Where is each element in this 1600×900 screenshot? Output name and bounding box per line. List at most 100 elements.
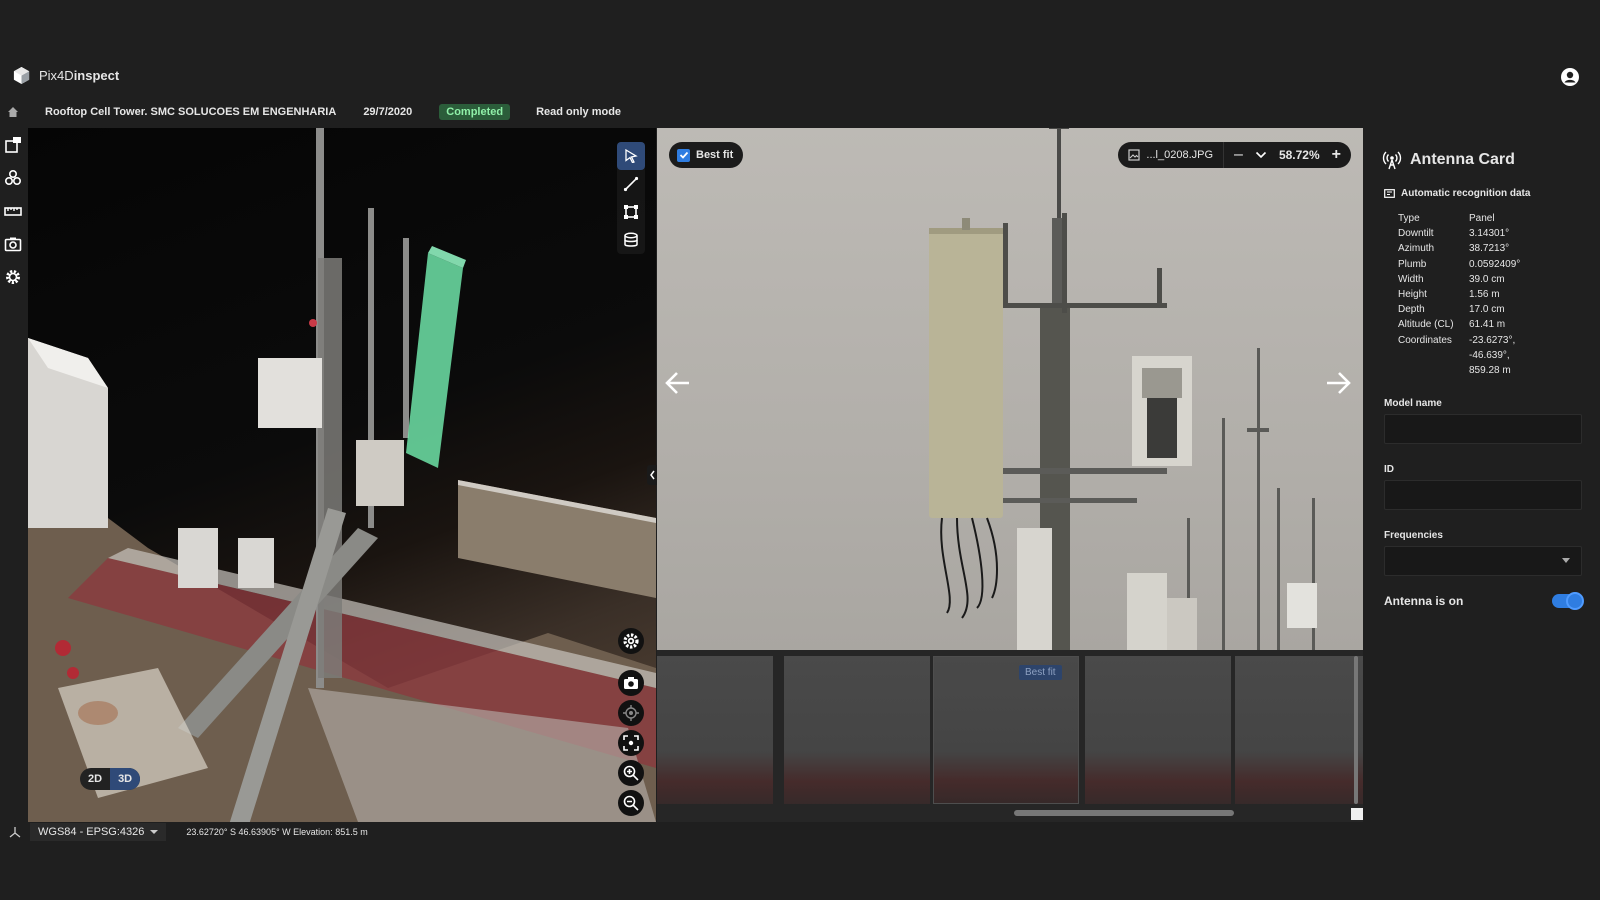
3d-button[interactable]: 3D (110, 768, 141, 790)
frequencies-select[interactable] (1384, 546, 1582, 577)
brand-prefix: Pix4D (39, 68, 74, 83)
best-fit-toggle[interactable]: Best fit (669, 142, 744, 168)
camera-icon[interactable] (4, 235, 22, 253)
property-key: Depth (1398, 304, 1425, 316)
property-value: 0.0592409° (1469, 258, 1521, 270)
property-row: Downtilt 3.14301° (1398, 226, 1580, 241)
status-badge: Completed (439, 104, 511, 120)
brand-bold: inspect (73, 68, 120, 83)
image-file-selector[interactable]: ...l_0208.JPG (1118, 142, 1223, 168)
3d-viewer[interactable]: 2D 3D (28, 128, 656, 822)
property-row: 859.28 m (1398, 363, 1580, 378)
property-key: Azimuth (1398, 243, 1435, 255)
property-key: Coordinates (1398, 334, 1452, 346)
crs-selector[interactable]: WGS84 - EPSG:4326 (30, 823, 167, 841)
project-title: Rooftop Cell Tower. SMC SOLUCOES EM ENGE… (45, 106, 337, 118)
id-input[interactable] (1384, 480, 1582, 511)
annotations-icon[interactable] (4, 136, 22, 154)
polyline-tool-button[interactable] (617, 170, 645, 198)
image-filmstrip: Best fit (657, 650, 1363, 822)
property-value: 38.7213° (1469, 243, 1510, 255)
filmstrip-thumbnail[interactable] (1085, 656, 1231, 804)
zoom-out-button[interactable] (618, 790, 644, 816)
best-fit-badge: Best fit (1019, 665, 1062, 680)
previous-image-arrow-icon[interactable] (663, 368, 693, 398)
filmstrip-thumbnail-selected[interactable]: Best fit (933, 656, 1079, 804)
polyline-icon (623, 176, 639, 192)
project-bar: Rooftop Cell Tower. SMC SOLUCOES EM ENGE… (0, 100, 1600, 124)
2d-3d-toggle: 2D 3D (80, 768, 141, 790)
polygon-icon (624, 205, 638, 219)
antenna-signal-icon (1382, 151, 1402, 170)
cursor-coordinates: 23.62720° S 46.63905° W Elevation: 851.5… (186, 827, 368, 837)
property-key (1398, 348, 1469, 363)
database-cylinder-icon (624, 232, 638, 247)
zoom-level[interactable]: 58.72% (1279, 148, 1320, 162)
antenna-card-panel: Antenna Card Automatic recognition data … (1364, 128, 1600, 822)
image-filename: ...l_0208.JPG (1146, 149, 1214, 161)
filmstrip-thumbnail[interactable] (784, 656, 930, 804)
project-date: 29/7/2020 (363, 106, 413, 118)
model-name-input[interactable] (1384, 414, 1582, 445)
read-only-mode-label: Read only mode (536, 106, 622, 118)
zoom-in-icon (623, 765, 639, 781)
property-key: Width (1398, 273, 1424, 285)
axes-icon (9, 827, 21, 838)
property-key (1398, 363, 1469, 378)
chevron-down-icon[interactable] (1255, 151, 1267, 159)
3d-view-controls (617, 628, 645, 816)
home-icon[interactable] (7, 106, 19, 118)
antenna-on-switch[interactable] (1552, 592, 1584, 611)
settings-gear-icon[interactable] (4, 268, 22, 286)
polygon-tool-button[interactable] (617, 198, 645, 226)
snapshot-button[interactable] (618, 670, 644, 696)
filmstrip-horizontal-scrollbar[interactable] (1014, 810, 1234, 816)
property-value: 859.28 m (1469, 365, 1511, 377)
camera-icon (624, 677, 638, 689)
next-image-arrow-icon[interactable] (1323, 368, 1353, 398)
focus-frame-icon (623, 735, 639, 751)
property-row: Type Panel (1398, 211, 1580, 226)
property-row: Plumb 0.0592409° (1398, 257, 1580, 272)
property-value: 39.0 cm (1469, 273, 1505, 285)
antenna-on-row: Antenna is on (1384, 592, 1584, 611)
caret-down-icon (150, 830, 159, 834)
image-viewer[interactable]: Best fit ...l_0208.JPG – 58.72% + (657, 128, 1363, 650)
zoom-in-button[interactable]: + (1332, 146, 1341, 164)
antenna-card-title: Antenna Card (1410, 151, 1515, 168)
fit-view-button[interactable] (618, 730, 644, 756)
cursor-icon (625, 149, 638, 163)
antenna-on-label: Antenna is on (1384, 594, 1464, 609)
filmstrip-thumbnail[interactable] (1235, 656, 1363, 804)
property-key: Height (1398, 289, 1427, 301)
property-value: 61.41 m (1469, 319, 1506, 331)
user-account-icon[interactable] (1560, 67, 1580, 87)
filmstrip-vertical-scrollbar[interactable] (1354, 656, 1358, 804)
property-row: Width 39.0 cm (1398, 272, 1580, 287)
best-fit-checkbox[interactable] (677, 148, 690, 162)
frequencies-label: Frequencies (1384, 530, 1443, 542)
property-row: Height 1.56 m (1398, 287, 1580, 302)
volume-tool-button[interactable] (617, 226, 645, 254)
zoom-out-button[interactable]: – (1234, 146, 1243, 164)
property-value: 17.0 cm (1469, 304, 1505, 316)
point-cloud-render (28, 128, 656, 822)
image-controls: ...l_0208.JPG – 58.72% + (1118, 142, 1351, 168)
pix4d-logo-icon (13, 66, 30, 85)
status-bar: WGS84 - EPSG:4326 23.62720° S 46.63905° … (0, 822, 1600, 842)
ruler-icon[interactable] (4, 202, 22, 220)
zoom-in-button[interactable] (618, 760, 644, 786)
locate-button[interactable] (618, 700, 644, 726)
3d-toolbar (617, 142, 645, 254)
layers-icon[interactable] (4, 169, 22, 187)
id-label: ID (1384, 464, 1394, 476)
brand[interactable]: Pix4Dinspect (12, 66, 119, 85)
view-settings-button[interactable] (618, 628, 644, 654)
frequencies-select-value[interactable] (1384, 546, 1582, 577)
property-row: Coordinates -23.6273°, (1398, 333, 1580, 348)
filmstrip-thumbnail[interactable] (657, 656, 773, 804)
tower-photo (929, 128, 1317, 650)
select-tool-button[interactable] (617, 142, 645, 170)
recognition-section-header: Automatic recognition data (1384, 188, 1580, 199)
2d-button[interactable]: 2D (80, 768, 110, 790)
